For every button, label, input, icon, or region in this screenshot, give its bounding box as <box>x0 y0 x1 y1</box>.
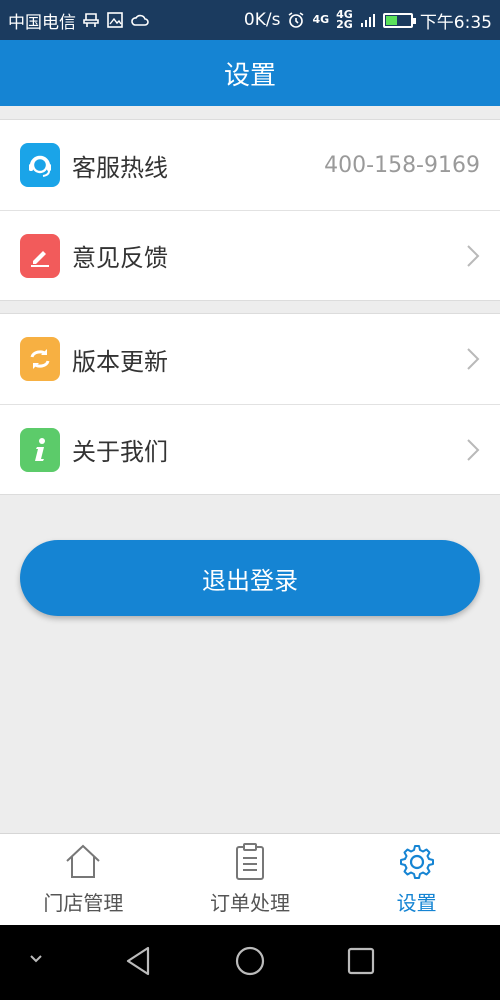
back-triangle-icon <box>126 946 150 976</box>
clock: 下午6:35 <box>419 12 492 33</box>
system-nav-bar <box>0 925 500 1000</box>
gear-icon <box>399 845 434 879</box>
home-circle-icon <box>235 946 265 976</box>
logout-button[interactable]: 退出登录 <box>20 540 480 616</box>
hotline-number[interactable]: 400-158-9169 <box>324 153 480 178</box>
settings-group-contact: 客服热线 400-158-9169 意见反馈 <box>0 119 500 301</box>
bottom-tab-bar: 门店管理 订单处理 设置 <box>0 833 500 925</box>
logout-label: 退出登录 <box>202 566 298 595</box>
settings-group-app: 版本更新 关于我们 <box>0 313 500 495</box>
alarm-icon <box>287 11 305 29</box>
tab-label: 门店管理 <box>43 891 124 915</box>
clipboard-icon <box>236 843 264 880</box>
about-us-row[interactable]: 关于我们 <box>0 404 500 494</box>
tab-label: 设置 <box>396 891 437 915</box>
info-icon <box>20 427 60 472</box>
feedback-row[interactable]: 意见反馈 <box>0 210 500 300</box>
usb-icon <box>82 11 100 29</box>
hide-nav-button[interactable] <box>28 953 44 965</box>
chevron-right-icon <box>467 348 480 370</box>
battery-icon <box>382 12 416 28</box>
pencil-icon <box>20 233 60 278</box>
home-icon <box>66 844 101 878</box>
signal-icon <box>360 12 376 28</box>
cloud-icon <box>130 11 150 29</box>
refresh-icon <box>20 337 60 381</box>
chevron-right-icon <box>467 438 480 461</box>
chevron-down-icon <box>30 955 42 963</box>
recents-button[interactable] <box>346 946 376 976</box>
tab-label: 订单处理 <box>210 891 290 915</box>
network-speed: 0K/s <box>243 10 281 30</box>
chevron-right-icon <box>467 244 480 267</box>
tab-order-processing[interactable]: 订单处理 <box>167 834 334 925</box>
hotline-label: 客服热线 <box>72 153 168 182</box>
recents-square-icon <box>347 947 375 975</box>
hotline-row[interactable]: 客服热线 400-158-9169 <box>0 120 500 210</box>
status-bar: 中国电信 0K/s 4G 4G 2G 下午6:35 <box>0 0 500 40</box>
back-button[interactable] <box>124 945 152 977</box>
version-update-row[interactable]: 版本更新 <box>0 314 500 404</box>
title-bar: 设置 <box>0 40 500 106</box>
tab-store-management[interactable]: 门店管理 <box>0 834 167 925</box>
carrier-name: 中国电信 <box>8 12 76 33</box>
page-title: 设置 <box>223 60 276 91</box>
headset-icon <box>20 143 60 187</box>
network-type-primary: 4G <box>312 13 330 26</box>
image-icon <box>106 11 124 29</box>
home-button[interactable] <box>234 945 266 977</box>
network-type-secondary: 4G 2G <box>336 8 353 31</box>
tab-settings[interactable]: 设置 <box>333 834 500 925</box>
version-update-label: 版本更新 <box>72 347 168 376</box>
about-us-label: 关于我们 <box>72 438 168 466</box>
feedback-label: 意见反馈 <box>72 244 168 272</box>
